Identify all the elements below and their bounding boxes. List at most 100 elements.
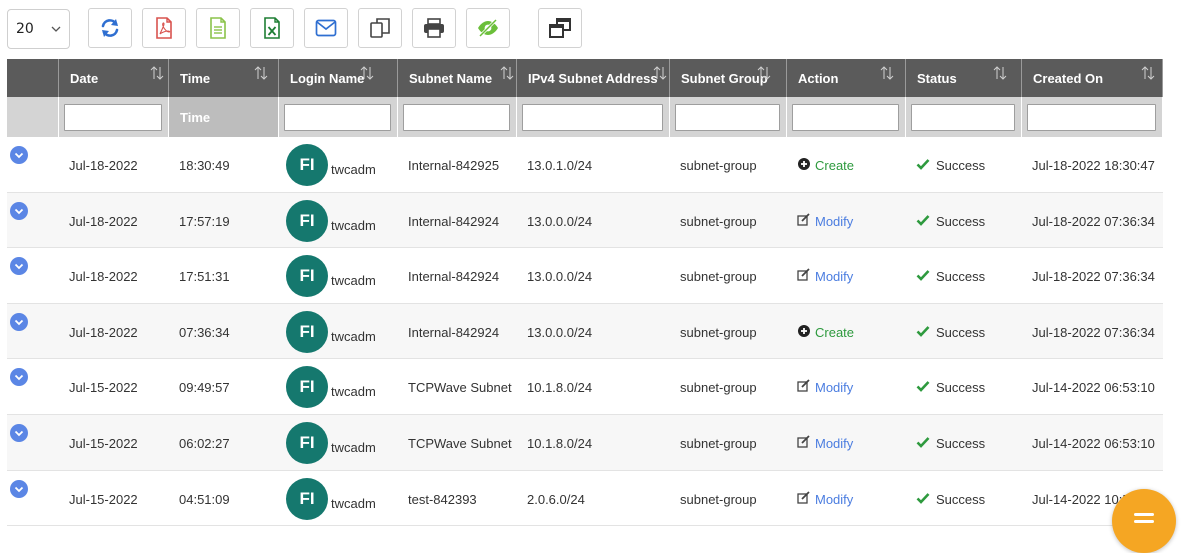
table-row[interactable]: Jul-15-2022 04:51:09 FI twcadm test-842393 2.… [7,470,1163,527]
eye-slash-icon [478,19,498,37]
columns-button[interactable] [538,8,582,48]
created-on-filter-input[interactable] [1027,104,1156,131]
sort-arrows-icon[interactable] [879,65,895,81]
status-filter-input[interactable] [911,104,1015,131]
expand-row-button[interactable] [10,257,28,276]
header-action-col[interactable]: Action [787,59,906,97]
chevron-down-icon [14,264,24,270]
sort-arrows-icon[interactable] [1140,65,1156,81]
date-value: Jul-15-2022 [69,380,138,396]
table-row[interactable]: Jul-18-2022 17:57:19 FI twcadm Internal-8429… [7,192,1163,249]
sort-arrows-icon[interactable] [359,65,375,81]
action-cell: Modify [787,415,906,470]
sort-arrows-icon[interactable] [499,65,515,81]
created-on-value: Jul-18-2022 07:36:34 [1032,269,1155,285]
login-name-filter-input[interactable] [284,104,391,131]
header-label: IPv4 Subnet Address [528,71,658,86]
filter-cell [1022,97,1163,137]
page-size-value: 20 [16,21,34,37]
expand-row-button[interactable] [10,368,28,387]
time-cell: 17:57:19 [169,193,279,248]
action-filter-input[interactable] [792,104,899,131]
ipv4-subnet-value: 13.0.0.0/24 [527,269,593,285]
edit-icon [797,268,810,281]
header-subnet-group-col[interactable]: Subnet Group [670,59,787,97]
login-name-cell: FI twcadm [279,193,398,248]
page-size-select[interactable]: 20 [7,9,70,49]
created-on-value: Jul-18-2022 18:30:47 [1032,158,1155,173]
check-icon [916,492,930,504]
expand-cell [7,415,59,470]
table-row[interactable]: Jul-18-2022 18:30:49 FI twcadm Internal-8429… [7,137,1163,193]
status-cell: Success [906,359,1022,414]
created-on-cell: Jul-18-2022 07:36:34 [1022,193,1163,248]
expand-row-button[interactable] [10,201,28,220]
sort-arrows-icon[interactable] [149,65,165,81]
action-cell: Modify [787,193,906,248]
header-time-col[interactable]: Time [169,59,279,97]
status-label: Success [936,213,986,229]
table-row[interactable]: Jul-18-2022 17:51:31 FI twcadm Internal-8429… [7,248,1163,304]
header-label: Action [798,71,839,86]
export-pdf-button[interactable] [142,8,186,48]
status-cell: Success [906,248,1022,303]
date-cell: Jul-15-2022 [59,359,169,414]
refresh-button[interactable] [88,8,132,48]
subnet-group-filter-input[interactable] [675,104,780,131]
date-value: Jul-18-2022 [69,213,138,229]
print-button[interactable] [412,8,456,48]
header-status-col[interactable]: Status [906,59,1022,97]
subnet-group-value: subnet-group [680,491,757,507]
chevron-down-icon [14,319,24,326]
excel-file-icon [264,17,280,39]
sort-arrows-icon[interactable] [652,65,668,81]
expand-cell [7,248,59,303]
time-cell: 07:36:34 [169,304,279,359]
date-cell: Jul-18-2022 [59,248,169,303]
table-row[interactable]: Jul-15-2022 09:49:57 FI twcadm TCPWave Subne… [7,359,1163,415]
subnet-group-value: subnet-group [680,269,757,285]
expand-row-button[interactable] [10,146,28,164]
edit-icon [797,490,810,504]
expand-row-button[interactable] [10,312,28,331]
header-expand-col [7,59,59,97]
date-filter-input[interactable] [64,104,162,131]
sort-arrows-icon[interactable] [756,65,772,81]
header-ipv4-subnet-col[interactable]: IPv4 Subnet Address [517,59,670,97]
expand-row-button[interactable] [10,424,28,442]
toggle-visibility-button[interactable] [466,8,510,48]
action-label: Modify [815,436,854,451]
export-csv-button[interactable] [196,8,240,48]
edit-icon [797,212,810,226]
login-name: twcadm [331,162,376,177]
table-filter-row: Time [7,97,1163,137]
sort-arrows-icon[interactable] [992,65,1008,81]
header-date-col[interactable]: Date [59,59,169,97]
action-cell: Create [787,304,906,359]
filter-cell [7,97,59,137]
subnet-name-filter-input[interactable] [403,104,510,131]
table-row[interactable]: Jul-18-2022 07:36:34 FI twcadm Internal-8429… [7,303,1163,360]
time-value: 17:57:19 [179,213,230,229]
ipv4-filter-input[interactable] [522,104,663,131]
subnet-group-value: subnet-group [680,158,757,173]
expand-row-button[interactable] [10,479,28,498]
header-login-name-col[interactable]: Login Name [279,59,398,97]
subnet-name-cell: TCPWave Subnet [398,415,517,470]
refresh-icon [101,19,119,37]
table-row[interactable]: Jul-15-2022 06:02:27 FI twcadm TCPWave Subne… [7,415,1163,471]
floating-menu-button[interactable] [1112,489,1176,553]
status-label: Success [936,491,986,507]
login-name-cell: FI twcadm [279,359,398,414]
action-cell: Modify [787,471,906,526]
header-created-on-col[interactable]: Created On [1022,59,1163,97]
subnet-group-cell: subnet-group [670,359,787,414]
export-excel-button[interactable] [250,8,294,48]
subnet-group-cell: subnet-group [670,471,787,526]
avatar: FI [286,366,328,409]
copy-button[interactable] [358,8,402,48]
header-subnet-name-col[interactable]: Subnet Name [398,59,517,97]
expand-cell [7,359,59,414]
email-button[interactable] [304,8,348,48]
sort-arrows-icon[interactable] [253,65,269,81]
